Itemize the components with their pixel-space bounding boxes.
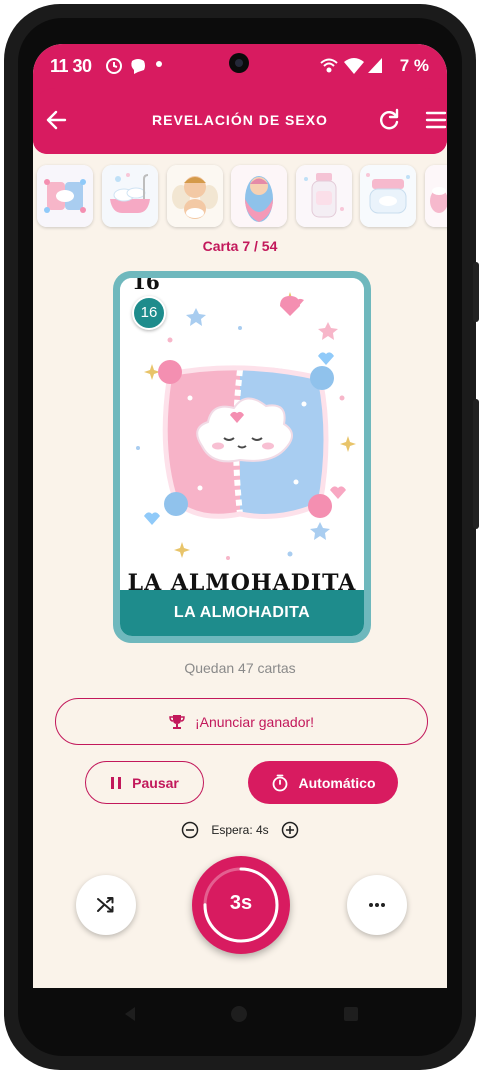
thumb-swaddled-baby[interactable] bbox=[231, 165, 287, 227]
card-counter: Carta 7 / 54 bbox=[202, 238, 278, 254]
alarm-icon bbox=[106, 58, 122, 74]
card-name-banner: LA ALMOHADITA bbox=[120, 590, 364, 636]
system-nav-bar bbox=[33, 988, 447, 1040]
thumb-bathtub[interactable] bbox=[102, 165, 158, 227]
refresh-icon[interactable] bbox=[371, 102, 407, 138]
thumb-baby-bottle[interactable] bbox=[296, 165, 352, 227]
wifi-hotspot-icon bbox=[320, 58, 338, 73]
pause-icon bbox=[111, 776, 122, 789]
announce-winner-label: ¡Anunciar ganador! bbox=[194, 713, 315, 730]
nav-recents-icon[interactable] bbox=[344, 1007, 358, 1021]
nav-home-icon[interactable] bbox=[231, 1006, 247, 1022]
automatic-button[interactable]: Automático bbox=[248, 761, 398, 804]
pause-button[interactable]: Pausar bbox=[85, 761, 204, 804]
card-face: 16 LA ALMOHADITA 16 LA ALMOHADITA bbox=[120, 278, 364, 636]
status-bar: 11 30 7 % bbox=[33, 44, 447, 88]
status-time: 11 30 bbox=[50, 56, 92, 76]
plus-circle-icon[interactable] bbox=[281, 821, 299, 839]
thumb-cream-jar[interactable] bbox=[360, 165, 416, 227]
front-camera bbox=[229, 53, 249, 73]
app-screen: 11 30 7 % REVELACIÓN DE SEXO Carta 7 / 5… bbox=[33, 44, 447, 988]
timer-label: 3s bbox=[229, 892, 253, 914]
countdown-timer-button[interactable]: 3s bbox=[192, 856, 290, 954]
wifi-icon bbox=[344, 58, 364, 74]
thumb-cherub[interactable] bbox=[167, 165, 223, 227]
wait-time-control: Espera: 4s bbox=[33, 820, 447, 840]
battery-percent: 7 % bbox=[399, 56, 429, 75]
shuffle-button[interactable] bbox=[76, 875, 136, 935]
chat-bubble-icon bbox=[131, 59, 145, 74]
remaining-cards-label: Quedan 47 cartas bbox=[184, 660, 296, 676]
automatic-label: Automático bbox=[298, 774, 376, 791]
thumb-pillow[interactable] bbox=[37, 165, 93, 227]
more-horizontal-icon bbox=[369, 903, 385, 907]
power-button bbox=[473, 399, 479, 529]
wait-time-label: Espera: 4s bbox=[211, 823, 269, 837]
pause-label: Pausar bbox=[132, 774, 179, 791]
more-options-button[interactable] bbox=[347, 875, 407, 935]
card-history-strip[interactable] bbox=[33, 165, 447, 229]
thumb-booties[interactable] bbox=[425, 165, 447, 227]
menu-icon[interactable] bbox=[418, 102, 447, 138]
nav-back-icon[interactable] bbox=[125, 1007, 135, 1021]
trophy-icon bbox=[169, 714, 185, 729]
notification-dot-icon bbox=[156, 61, 162, 67]
volume-button bbox=[473, 262, 479, 322]
announce-winner-button[interactable]: ¡Anunciar ganador! bbox=[55, 698, 428, 745]
minus-circle-icon[interactable] bbox=[181, 821, 199, 839]
stopwatch-icon bbox=[272, 774, 287, 791]
card-printed-number: 16 bbox=[132, 278, 160, 294]
signal-icon bbox=[368, 58, 382, 73]
shuffle-icon bbox=[97, 897, 114, 913]
app-bar: REVELACIÓN DE SEXO bbox=[33, 88, 447, 154]
card-number-badge: 16 bbox=[132, 296, 166, 330]
current-card[interactable]: 16 LA ALMOHADITA 16 LA ALMOHADITA bbox=[113, 271, 371, 643]
